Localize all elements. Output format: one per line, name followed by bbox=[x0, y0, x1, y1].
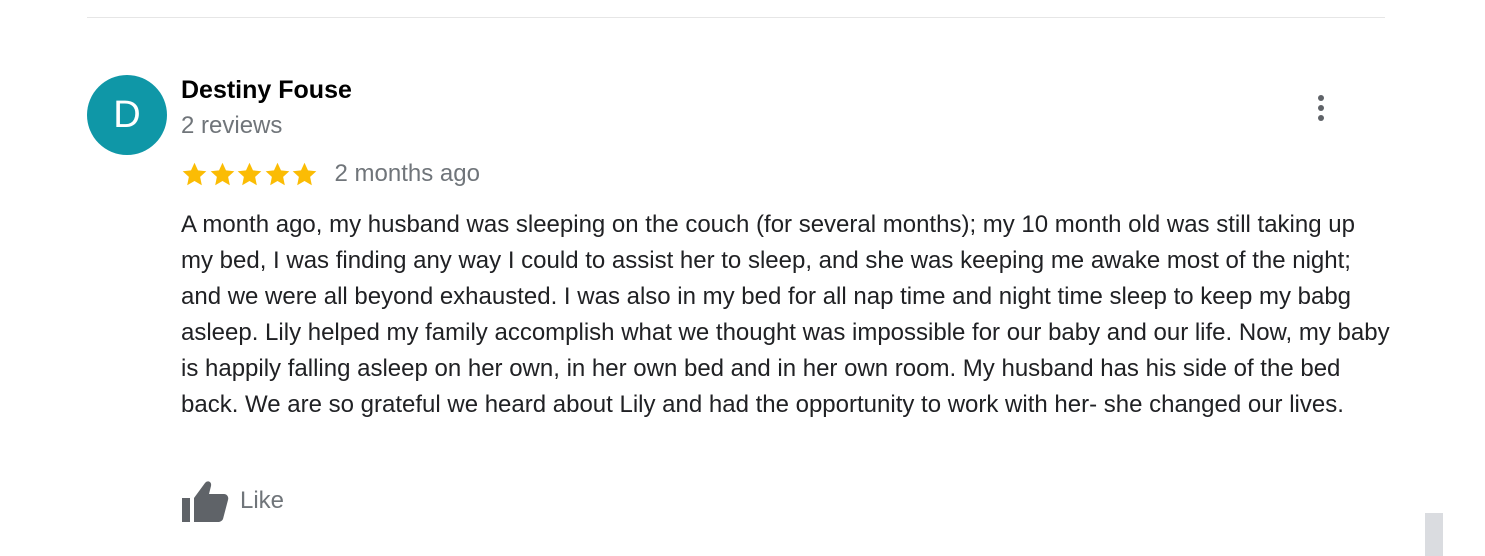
star-rating bbox=[181, 161, 319, 188]
star-icon bbox=[237, 162, 262, 185]
star-icon bbox=[265, 162, 289, 185]
review-time: 2 months ago bbox=[334, 160, 480, 187]
more-options-button[interactable] bbox=[1306, 88, 1336, 128]
reviewer-review-count: 2 reviews bbox=[181, 112, 283, 139]
avatar[interactable]: D bbox=[87, 75, 167, 155]
star-icon bbox=[292, 162, 317, 185]
like-button[interactable]: Like bbox=[181, 478, 284, 524]
rating-row: 2 months ago bbox=[181, 157, 480, 191]
review-text: A month ago, my husband was sleeping on … bbox=[181, 211, 1390, 418]
thumbs-up-icon bbox=[182, 481, 229, 522]
reviewer-name[interactable]: Destiny Fouse bbox=[181, 76, 352, 105]
review-card: D Destiny Fouse 2 reviews 2 months ago A… bbox=[0, 0, 1485, 556]
star-icon bbox=[182, 162, 207, 185]
star-icon bbox=[210, 162, 234, 185]
like-label: Like bbox=[240, 487, 285, 514]
more-vert-icon bbox=[1318, 95, 1324, 101]
divider bbox=[87, 17, 1385, 18]
scrollbar-thumb[interactable] bbox=[1425, 513, 1443, 556]
avatar-initial: D bbox=[113, 94, 141, 136]
